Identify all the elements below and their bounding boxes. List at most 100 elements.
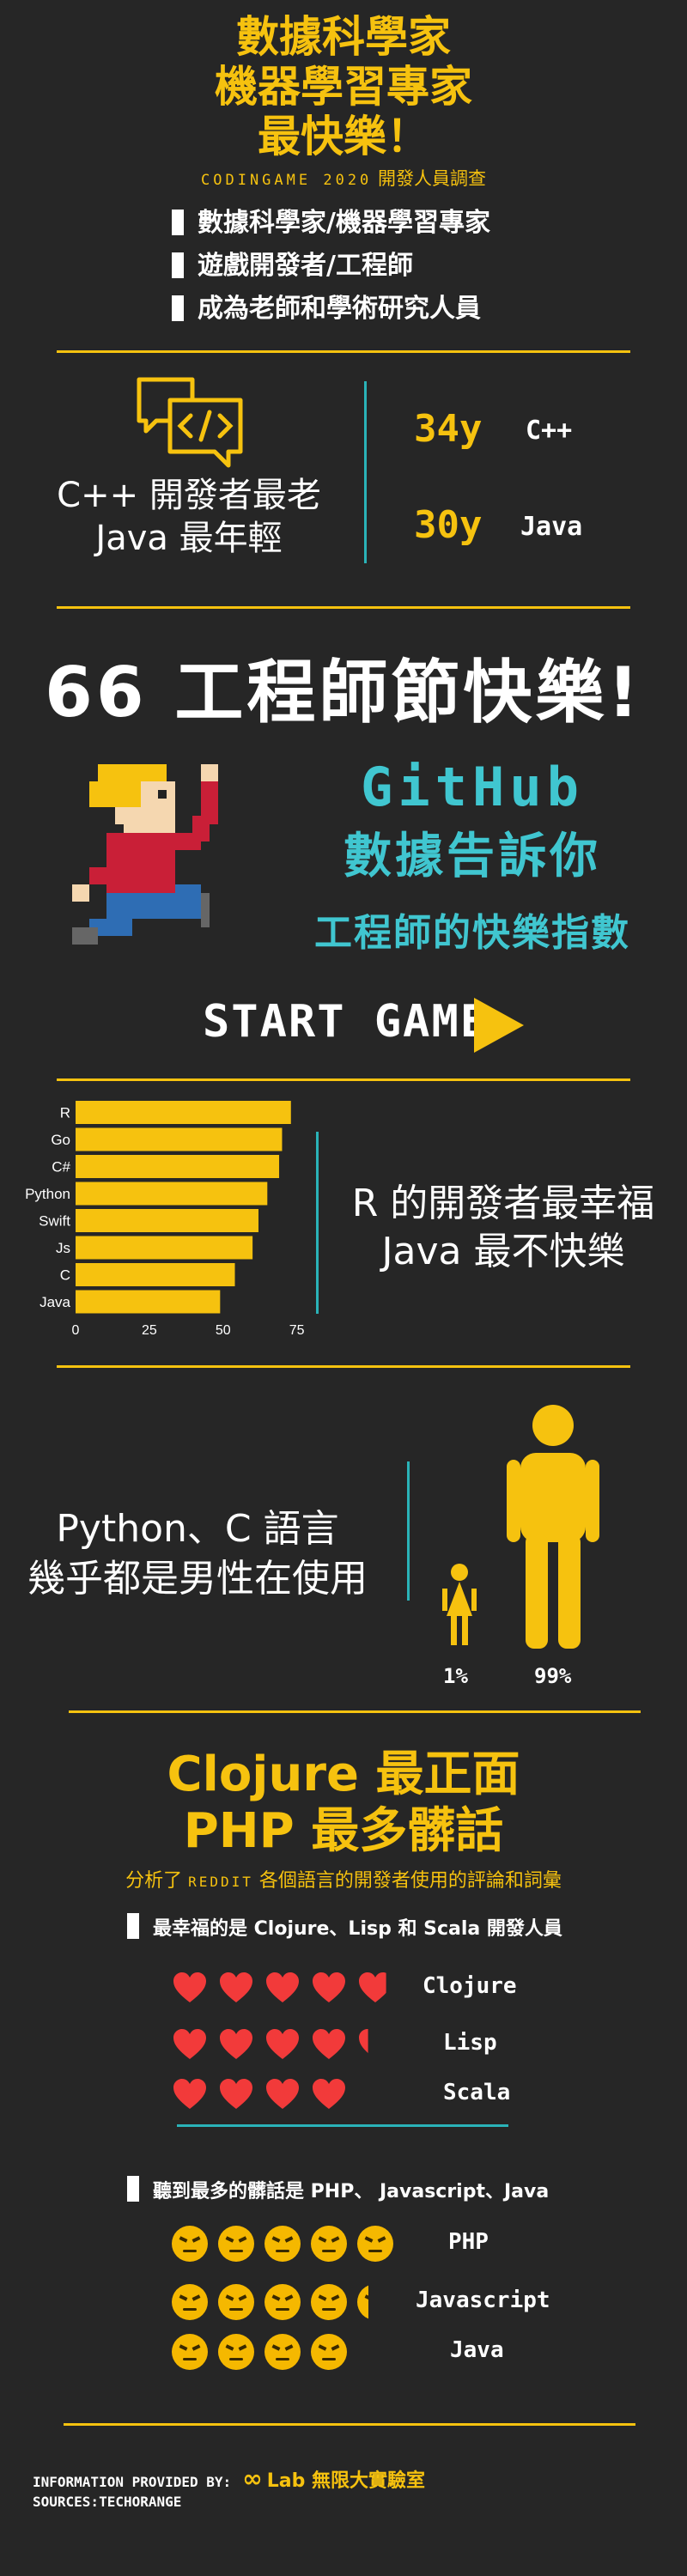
gender-heading-line: Python、C 語言 xyxy=(56,1507,339,1551)
subtitle-post: 各個語言的開發者使用的評論和詞彙 xyxy=(258,1870,562,1892)
heart-icon xyxy=(220,1972,252,2002)
x-tick-label: 50 xyxy=(216,1323,231,1338)
heart-row xyxy=(172,2026,393,2063)
bullet-item: 數據科學家/機器學習專家 xyxy=(172,201,490,239)
divider xyxy=(64,2423,635,2426)
sentiment-subtitle: 分析了 REDDIT 各個語言的開發者使用的評論和詞彙 xyxy=(0,1865,687,1893)
subtitle-pre: 分析了 xyxy=(125,1870,183,1892)
angry-face-icon xyxy=(172,2334,208,2370)
provided-by-label: INFORMATION PROVIDED BY: xyxy=(33,2474,232,2490)
engineers-day-title: 66 工程師節快樂! xyxy=(45,653,642,732)
happiest-label: 最幸福的是 Clojure、Lisp 和 Scala 開發人員 xyxy=(127,1913,562,1941)
angry-face-icon xyxy=(172,2226,208,2262)
lab-name: Lab 無限大實驗室 xyxy=(266,2470,425,2492)
happy-lang-label: Lisp xyxy=(443,2030,497,2056)
happy-lang-label: Clojure xyxy=(423,1973,517,1999)
heart-icon xyxy=(173,2079,206,2109)
angry-face-icon xyxy=(311,2334,347,2370)
female-icon xyxy=(442,1564,477,1645)
angry-face-row xyxy=(172,2334,347,2370)
heart-row xyxy=(172,1970,393,2006)
bar-go xyxy=(76,1127,283,1151)
bar-js xyxy=(76,1236,253,1260)
bullet-item: 成為老師和學術研究人員 xyxy=(172,287,481,325)
angry-face-icon xyxy=(357,2284,368,2320)
teal-divider xyxy=(177,2124,508,2127)
youngest-age: 30y xyxy=(414,503,483,547)
divider xyxy=(57,1365,630,1368)
oldest-lang: C++ xyxy=(526,416,573,446)
github-title: GitHub xyxy=(361,756,584,818)
youngest-lang: Java xyxy=(520,512,583,542)
happy-heading: R 的開發者最幸福 Java 最不快樂 xyxy=(331,1180,675,1276)
gender-heading: Python、C 語言 幾乎都是男性在使用 xyxy=(9,1504,386,1604)
heart-icon xyxy=(313,2029,345,2059)
category-label: Go xyxy=(51,1132,70,1148)
heart-icon xyxy=(220,2079,252,2109)
bar-csharp xyxy=(76,1155,280,1178)
bar-java xyxy=(76,1290,221,1314)
angry-face-row xyxy=(172,2226,393,2262)
angry-face-icon xyxy=(218,2226,254,2262)
chart-divider xyxy=(316,1132,319,1314)
start-game-label: START GAME xyxy=(203,996,489,1048)
happy-heading-line: Java 最不快樂 xyxy=(381,1230,625,1273)
heart-icon xyxy=(313,2079,345,2109)
x-tick-label: 75 xyxy=(289,1323,305,1338)
swear-lang-label: Javascript xyxy=(416,2287,550,2313)
divider xyxy=(57,606,630,609)
female-percent: 1% xyxy=(443,1664,468,1688)
category-label: C# xyxy=(52,1159,70,1176)
happiness-index-label: 工程師的快樂指數 xyxy=(314,911,630,955)
angry-face-icon xyxy=(218,2334,254,2370)
running-character-icon xyxy=(72,764,218,945)
subtitle-reddit: REDDIT xyxy=(188,1874,253,1890)
happy-lang-label: Scala xyxy=(443,2080,511,2105)
oldest-age: 34y xyxy=(414,407,483,451)
heart-icon xyxy=(313,1972,345,2002)
angry-face-icon xyxy=(264,2334,301,2370)
subtitle-en: CODINGAME 2020 xyxy=(201,172,373,189)
age-heading-line: Java 最年輕 xyxy=(95,519,283,558)
heart-icon xyxy=(359,2029,368,2054)
male-percent: 99% xyxy=(534,1664,572,1688)
heart-row xyxy=(172,2076,347,2112)
heart-icon xyxy=(266,2079,299,2109)
heart-icon xyxy=(266,2029,299,2059)
x-tick-label: 25 xyxy=(142,1323,157,1338)
swear-lang-label: Java xyxy=(450,2337,504,2363)
category-label: C xyxy=(60,1267,70,1284)
swear-label: 聽到最多的髒話是 PHP、 Javascript、Java xyxy=(127,2176,549,2203)
angry-face-icon xyxy=(311,2226,347,2262)
age-divider xyxy=(364,381,367,563)
happy-heading-line: R 的開發者最幸福 xyxy=(351,1182,655,1225)
swear-lang-label: PHP xyxy=(448,2229,489,2255)
divider xyxy=(57,350,630,353)
male-icon xyxy=(507,1405,599,1649)
sentiment-title: Clojure 最正面 PHP 最多髒話 xyxy=(0,1747,687,1860)
infinity-icon: ∞ xyxy=(242,2464,263,2493)
category-label: Java xyxy=(40,1294,70,1310)
heart-icon xyxy=(359,1972,386,2002)
angry-face-icon xyxy=(311,2284,347,2320)
divider xyxy=(69,1710,641,1713)
bar-python xyxy=(76,1182,268,1206)
sentiment-title-line: Clojure 最正面 xyxy=(167,1747,520,1802)
footer-provided: INFORMATION PROVIDED BY: ∞ Lab 無限大實驗室 xyxy=(33,2464,425,2493)
gender-heading-line: 幾乎都是男性在使用 xyxy=(27,1557,368,1601)
survey-subtitle: CODINGAME 2020 開發人員調查 xyxy=(0,165,687,191)
title-line: 數據科學家 xyxy=(236,12,451,62)
title-line: 最快樂！ xyxy=(258,112,429,161)
angry-face-icon xyxy=(218,2284,254,2320)
sources-label: SOURCES:TECHORANGE xyxy=(33,2494,182,2510)
angry-face-row xyxy=(172,2284,368,2320)
angry-face-icon xyxy=(264,2284,301,2320)
sentiment-title-line: PHP 最多髒話 xyxy=(183,1803,504,1859)
subtitle-zh: 開發人員調查 xyxy=(377,168,486,189)
divider xyxy=(57,1078,630,1081)
age-heading: C++ 開發者最老 Java 最年輕 xyxy=(26,474,352,560)
heart-icon xyxy=(220,2029,252,2059)
category-label: R xyxy=(60,1105,70,1121)
angry-face-icon xyxy=(357,2226,393,2262)
heart-icon xyxy=(266,1972,299,2002)
